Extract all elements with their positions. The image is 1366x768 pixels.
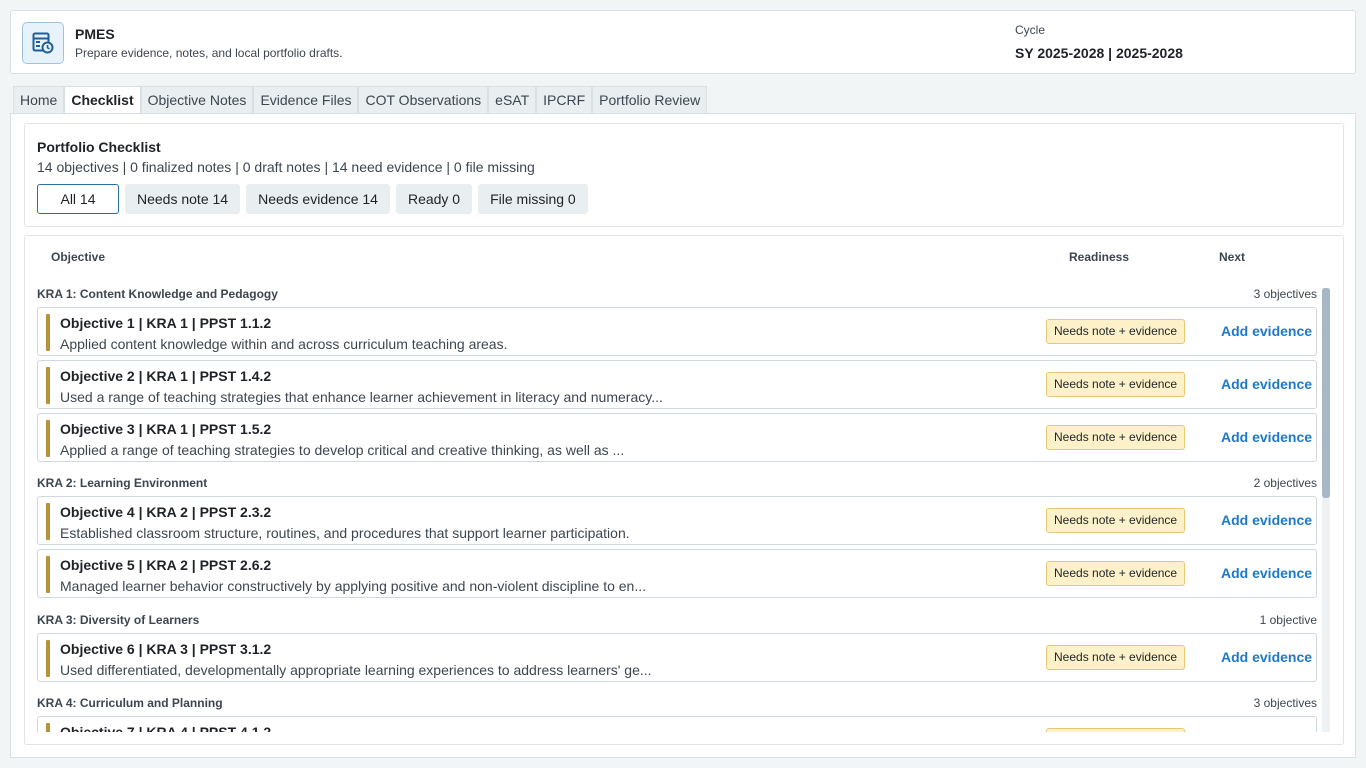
kra-group: KRA 4: Curriculum and Planning 3 objectiv… (37, 692, 1317, 732)
kra-group-count: 3 objectives (1253, 287, 1317, 301)
objective-row[interactable]: Objective 2 | KRA 1 | PPST 1.4.2 Used a r… (37, 360, 1317, 409)
objective-title: Objective 2 | KRA 1 | PPST 1.4.2 (60, 368, 272, 384)
app-subtitle: Prepare evidence, notes, and local portf… (75, 46, 343, 60)
kra-group-header: KRA 2: Learning Environment 2 objectives (37, 472, 1317, 494)
filter-button-ready[interactable]: Ready 0 (395, 184, 473, 214)
objective-description: Applied a range of teaching strategies t… (60, 442, 625, 458)
kra-group-count: 3 objectives (1253, 696, 1317, 710)
status-indicator-bar (46, 420, 50, 457)
kra-group-header: KRA 3: Diversity of Learners 1 objective (37, 609, 1317, 631)
status-indicator-bar (46, 640, 50, 677)
checklist-stats: 14 objectives | 0 finalized notes | 0 dr… (37, 159, 535, 175)
kra-group-header: KRA 1: Content Knowledge and Pedagogy 3 o… (37, 283, 1317, 305)
add-evidence-link[interactable]: Add evidence (1221, 323, 1312, 339)
app-icon (22, 22, 64, 64)
column-header-objective: Objective (51, 250, 106, 264)
tab-objective-notes[interactable]: Objective Notes (140, 86, 254, 114)
tab-evidence-files[interactable]: Evidence Files (253, 86, 359, 114)
objective-list-panel: Objective Readiness Next KRA 1: Content … (24, 235, 1344, 745)
objective-row[interactable]: Objective 1 | KRA 1 | PPST 1.1.2 Applied … (37, 307, 1317, 356)
column-header-next: Next (1219, 250, 1246, 264)
objective-title: Objective 4 | KRA 2 | PPST 2.3.2 (60, 504, 272, 520)
tab-bar: Home Checklist Objective Notes Evidence Fil… (13, 86, 708, 114)
status-indicator-bar (46, 314, 50, 351)
kra-group-title: KRA 3: Diversity of Learners (37, 613, 200, 627)
objective-title: Objective 6 | KRA 3 | PPST 3.1.2 (60, 641, 272, 657)
checklist-title: Portfolio Checklist (37, 139, 161, 155)
scrollbar[interactable] (1322, 288, 1330, 732)
objective-title: Objective 5 | KRA 2 | PPST 2.6.2 (60, 557, 272, 573)
kra-group-title: KRA 1: Content Knowledge and Pedagogy (37, 287, 278, 301)
tab-ipcrf[interactable]: IPCRF (536, 86, 593, 114)
readiness-badge: Needs note + evidence (1046, 508, 1186, 533)
readiness-badge: Needs note + evidence (1046, 728, 1186, 732)
app-title: PMES (75, 26, 115, 42)
readiness-badge: Needs note + evidence (1046, 319, 1186, 344)
kra-group-title: KRA 2: Learning Environment (37, 476, 208, 490)
tab-home[interactable]: Home (13, 86, 65, 114)
app-header: PMES Prepare evidence, notes, and local … (10, 10, 1356, 74)
column-header-readiness: Readiness (1069, 250, 1130, 264)
kra-group-count: 2 objectives (1253, 476, 1317, 490)
filter-button-file-missing[interactable]: File missing 0 (478, 184, 588, 214)
objective-title: Objective 7 | KRA 4 | PPST 4.1.2 (60, 724, 272, 732)
filter-button-needs-note[interactable]: Needs note 14 (125, 184, 241, 214)
readiness-badge: Needs note + evidence (1046, 425, 1186, 450)
tab-checklist[interactable]: Checklist (64, 86, 141, 114)
kra-group-header: KRA 4: Curriculum and Planning 3 objectiv… (37, 692, 1317, 714)
status-indicator-bar (46, 723, 50, 732)
objective-list: KRA 1: Content Knowledge and Pedagogy 3 o… (25, 280, 1343, 732)
readiness-badge: Needs note + evidence (1046, 645, 1186, 670)
cycle-label: Cycle (1015, 23, 1046, 37)
filter-button-all[interactable]: All 14 (37, 184, 119, 214)
readiness-badge: Needs note + evidence (1046, 561, 1186, 586)
readiness-badge: Needs note + evidence (1046, 372, 1186, 397)
cycle-value: SY 2025-2028 | 2025-2028 (1015, 45, 1183, 61)
objective-description: Applied content knowledge within and acr… (60, 336, 508, 352)
kra-group: KRA 1: Content Knowledge and Pedagogy 3 o… (37, 283, 1317, 466)
add-evidence-link[interactable]: Add evidence (1221, 512, 1312, 528)
objective-title: Objective 3 | KRA 1 | PPST 1.5.2 (60, 421, 272, 437)
kra-group: KRA 3: Diversity of Learners 1 objective O… (37, 609, 1317, 686)
kra-group-count: 1 objective (1259, 613, 1317, 627)
add-evidence-link[interactable]: Add evidence (1221, 565, 1312, 581)
objective-description: Used differentiated, developmentally app… (60, 662, 652, 678)
objective-description: Used a range of teaching strategies that… (60, 389, 663, 405)
tab-portfolio-review[interactable]: Portfolio Review (592, 86, 708, 114)
kra-group: KRA 2: Learning Environment 2 objectives O… (37, 472, 1317, 602)
objective-row[interactable]: Objective 5 | KRA 2 | PPST 2.6.2 Managed … (37, 549, 1317, 598)
tab-cot-observations[interactable]: COT Observations (358, 86, 489, 114)
add-evidence-link[interactable]: Add evidence (1221, 376, 1312, 392)
status-indicator-bar (46, 556, 50, 593)
objective-title: Objective 1 | KRA 1 | PPST 1.1.2 (60, 315, 272, 331)
add-evidence-link[interactable]: Add evidence (1221, 649, 1312, 665)
objective-description: Established classroom structure, routine… (60, 525, 630, 541)
kra-group-title: KRA 4: Curriculum and Planning (37, 696, 223, 710)
objective-row[interactable]: Objective 3 | KRA 1 | PPST 1.5.2 Applied … (37, 413, 1317, 462)
objective-description: Managed learner behavior constructively … (60, 578, 647, 594)
add-evidence-link[interactable]: Add evidence (1221, 429, 1312, 445)
filter-button-needs-evidence[interactable]: Needs evidence 14 (246, 184, 390, 214)
status-indicator-bar (46, 367, 50, 404)
tab-esat[interactable]: eSAT (488, 86, 537, 114)
objective-row[interactable]: Objective 7 | KRA 4 | PPST 4.1.2 Needs no… (37, 716, 1317, 732)
filter-bar: All 14 Needs note 14 Needs evidence 14 Read… (37, 184, 588, 214)
status-indicator-bar (46, 503, 50, 540)
checklist-summary: Portfolio Checklist 14 objectives | 0 fi… (24, 123, 1344, 227)
objective-row[interactable]: Objective 4 | KRA 2 | PPST 2.3.2 Establis… (37, 496, 1317, 545)
objective-row[interactable]: Objective 6 | KRA 3 | PPST 3.1.2 Used dif… (37, 633, 1317, 682)
main-content: Portfolio Checklist 14 objectives | 0 fi… (10, 113, 1356, 758)
scrollbar-thumb[interactable] (1322, 288, 1330, 498)
